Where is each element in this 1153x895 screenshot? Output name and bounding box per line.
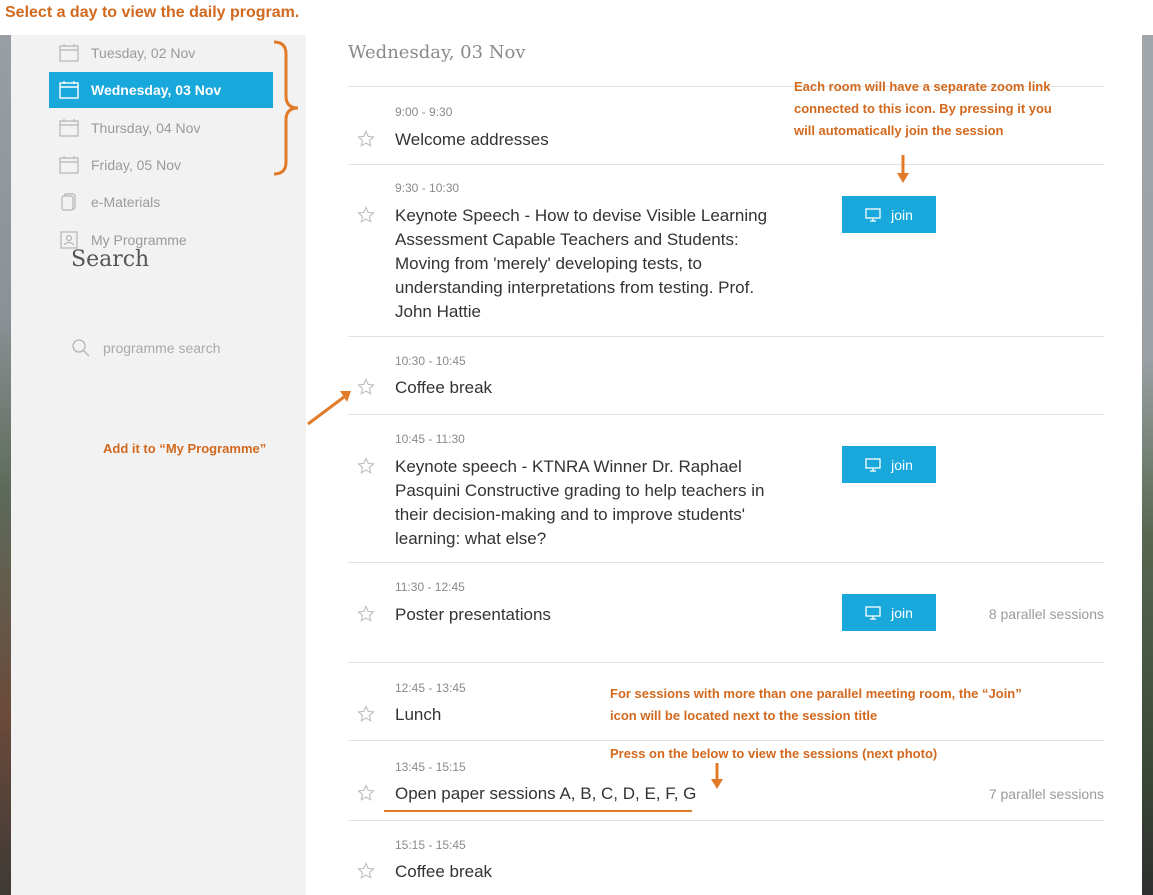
sidebar-day-thursday[interactable]: Thursday, 04 Nov [49,110,273,146]
background-photo-left [0,0,11,895]
session-title[interactable]: Lunch [395,703,441,727]
session-title[interactable]: Coffee break [395,376,492,400]
star-outline-icon[interactable] [357,206,375,224]
session-title[interactable]: Open paper sessions A, B, C, D, E, F, G [395,782,696,806]
session-time: 12:45 - 13:45 [395,681,466,695]
annotation-brace [273,40,299,176]
session-title[interactable]: Keynote speech - KTNRA Winner Dr. Raphae… [395,455,790,551]
divider [348,414,1104,415]
join-button[interactable]: join [842,446,936,483]
divider [348,662,1104,663]
search-placeholder: programme search [103,340,221,356]
search-icon [71,338,91,358]
session-time: 10:45 - 11:30 [395,432,465,446]
sidebar-day-label: Wednesday, 03 Nov [91,82,222,98]
session-title[interactable]: Keynote Speech - How to devise Visible L… [395,204,790,324]
session-time: 15:15 - 15:45 [395,838,466,852]
arrow-down-icon [711,763,723,789]
annotation-line: Each room will have a separate zoom link [794,79,1051,94]
join-label: join [891,206,913,223]
calendar-icon [59,81,79,99]
session-title[interactable]: Welcome addresses [395,128,549,152]
sidebar-day-tuesday[interactable]: Tuesday, 02 Nov [49,35,273,71]
join-button[interactable]: join [842,196,936,233]
star-outline-icon[interactable] [357,457,375,475]
star-outline-icon[interactable] [357,784,375,802]
sidebar-item-label: My Programme [91,232,187,248]
background-photo-right [1142,0,1153,895]
annotation-parallel-rooms: For sessions with more than one parallel… [610,683,1022,727]
search-input[interactable]: programme search [71,338,221,358]
sidebar-day-label: Thursday, 04 Nov [91,120,201,136]
calendar-icon [59,156,79,174]
annotation-line: will automatically join the session [794,123,1004,138]
day-title: Wednesday, 03 Nov [348,42,526,63]
join-button[interactable]: join [842,594,936,631]
document-icon [59,193,79,211]
divider [348,820,1104,821]
divider [348,562,1104,563]
session-time: 10:30 - 10:45 [395,354,466,368]
monitor-icon [865,605,881,620]
annotation-line: connected to this icon. By pressing it y… [794,101,1052,116]
session-time: 9:30 - 10:30 [395,181,460,195]
star-outline-icon[interactable] [357,378,375,396]
sidebar-day-wednesday[interactable]: Wednesday, 03 Nov [49,72,273,108]
divider [348,164,1104,165]
annotation-underline [384,810,692,812]
arrow-down-icon [897,155,909,183]
sidebar-item-e-materials[interactable]: e-Materials [49,184,273,220]
divider [348,336,1104,337]
monitor-icon [865,457,881,472]
annotation-line: For sessions with more than one parallel… [610,686,1022,701]
star-outline-icon[interactable] [357,605,375,623]
sidebar-day-label: Tuesday, 02 Nov [91,45,196,61]
star-outline-icon[interactable] [357,705,375,723]
session-time: 9:00 - 9:30 [395,105,453,119]
star-outline-icon[interactable] [357,130,375,148]
calendar-icon [59,44,79,62]
annotation-press-below: Press on the below to view the sessions … [610,746,938,761]
annotation-zoom-link: Each room will have a separate zoom link… [794,76,1052,142]
sidebar-item-label: e-Materials [91,194,161,210]
annotation-add-programme: Add it to “My Programme” [103,441,267,456]
calendar-icon [59,119,79,137]
session-time: 13:45 - 15:15 [395,760,466,774]
session-title[interactable]: Coffee break [395,860,492,884]
parallel-sessions-count[interactable]: 8 parallel sessions [989,606,1104,622]
session-time: 11:30 - 12:45 [395,580,465,594]
annotation-line: icon will be located next to the session… [610,708,878,723]
join-label: join [891,456,913,473]
divider [348,740,1104,741]
arrow-diagonal-icon [307,391,351,426]
monitor-icon [865,207,881,222]
sidebar-day-friday[interactable]: Friday, 05 Nov [49,147,273,183]
sidebar-day-label: Friday, 05 Nov [91,157,181,173]
search-heading: Search [71,247,150,272]
parallel-sessions-count[interactable]: 7 parallel sessions [989,786,1104,802]
session-title[interactable]: Poster presentations [395,603,551,627]
annotation-select-day: Select a day to view the daily program. [5,4,300,21]
star-outline-icon[interactable] [357,862,375,880]
join-label: join [891,604,913,621]
